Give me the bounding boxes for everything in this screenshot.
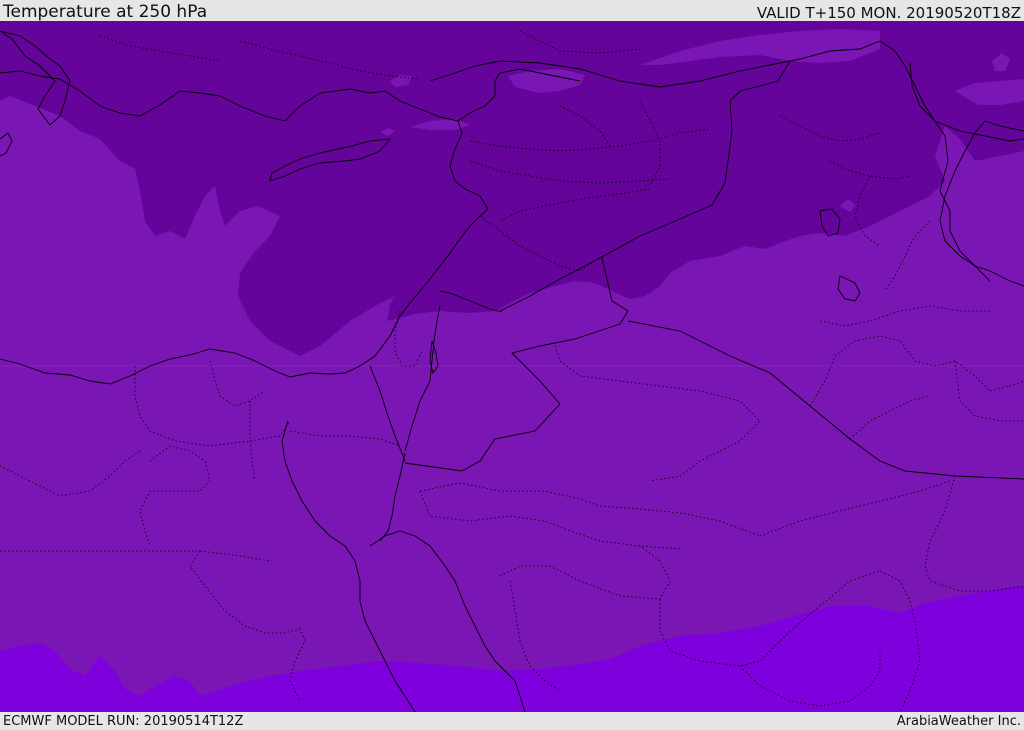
brand-label: ArabiaWeather Inc. (896, 714, 1021, 729)
valid-time: VALID T+150 MON. 20190520T18Z (756, 4, 1021, 22)
map-canvas (0, 21, 1024, 712)
map-header: Temperature at 250 hPa VALID T+150 MON. … (0, 0, 1024, 22)
model-run-label: ECMWF MODEL RUN: 20190514T12Z (3, 714, 244, 729)
map-footer: ECMWF MODEL RUN: 20190514T12Z ArabiaWeat… (0, 712, 1024, 729)
weather-map (0, 21, 1024, 712)
map-title: Temperature at 250 hPa (3, 2, 208, 22)
